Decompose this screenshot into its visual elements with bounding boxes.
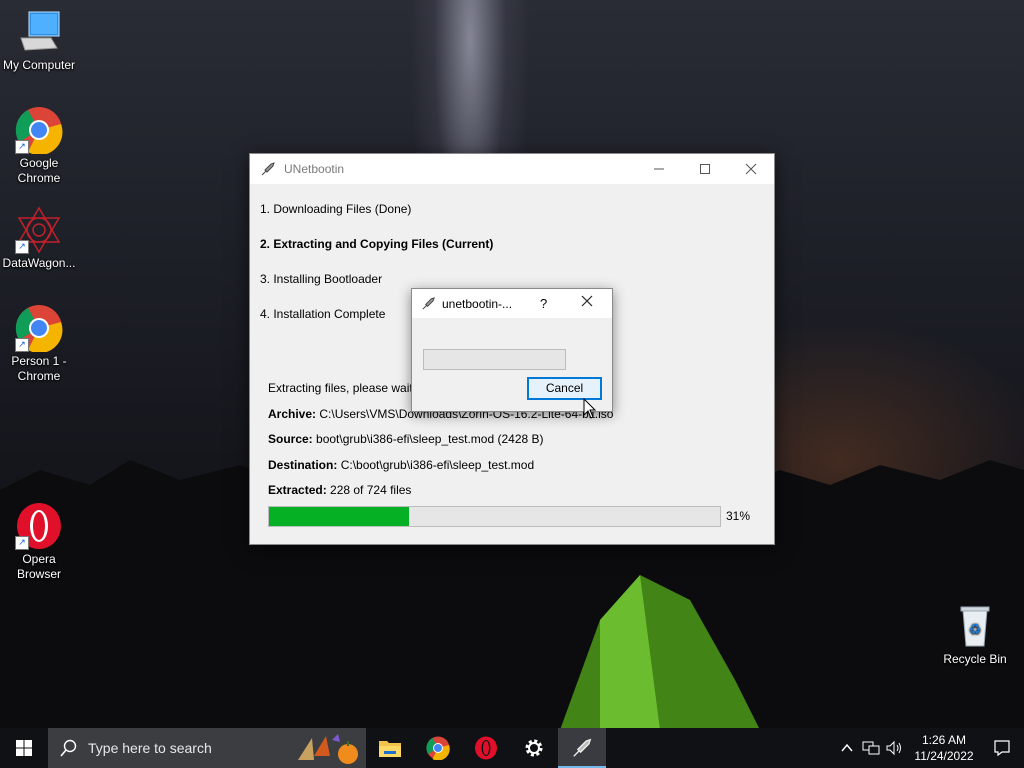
mouse-cursor-icon bbox=[583, 398, 597, 419]
destination-row: Destination: C:\boot\grub\i386-efi\sleep… bbox=[268, 458, 613, 484]
taskbar-search-box[interactable]: Type here to search bbox=[48, 728, 366, 768]
desktop-icon-label: Google Chrome bbox=[17, 156, 61, 185]
window-title: UNetbootin bbox=[284, 162, 345, 176]
maximize-icon bbox=[700, 164, 710, 174]
dialog-close-button[interactable] bbox=[580, 294, 594, 311]
chrome-icon bbox=[426, 736, 450, 760]
dialog-progress-bar bbox=[423, 349, 566, 370]
extracted-row: Extracted: 228 of 724 files bbox=[268, 483, 613, 509]
shortcut-arrow-icon: ↗ bbox=[15, 338, 29, 352]
desktop-icon-label: Recycle Bin bbox=[943, 652, 1007, 666]
cancel-button[interactable]: Cancel bbox=[527, 377, 602, 400]
close-icon bbox=[745, 163, 757, 175]
minimize-icon bbox=[654, 168, 664, 170]
extracted-label: Extracted: bbox=[268, 483, 327, 497]
minimize-button[interactable] bbox=[636, 154, 682, 184]
destination-value: C:\boot\grub\i386-efi\sleep_test.mod bbox=[340, 457, 535, 472]
opera-icon: ↗ bbox=[15, 502, 63, 550]
search-placeholder: Type here to search bbox=[88, 740, 212, 756]
taskbar-google-chrome[interactable] bbox=[414, 728, 462, 768]
dialog-title: unetbootin-... bbox=[442, 296, 513, 311]
source-value: boot\grub\i386-efi\sleep_test.mod (2428 … bbox=[316, 432, 544, 446]
desktop-icon-label: Opera Browser bbox=[16, 552, 61, 581]
chrome-icon: ↗ bbox=[15, 304, 63, 354]
clock-time: 1:26 AM bbox=[921, 733, 967, 747]
datawagon-icon: ↗ bbox=[15, 206, 63, 254]
folder-icon bbox=[379, 741, 401, 757]
search-icon bbox=[60, 739, 77, 757]
unetbootin-rocket-icon bbox=[422, 297, 435, 310]
notification-icon bbox=[994, 740, 1010, 757]
desktop-icon-opera-browser[interactable]: ↗ Opera Browser bbox=[1, 502, 77, 582]
autumn-leaves-icon bbox=[298, 734, 358, 764]
dialog-titlebar[interactable]: unetbootin-... ? bbox=[412, 289, 612, 318]
opera-icon bbox=[475, 736, 497, 760]
shortcut-arrow-icon: ↗ bbox=[15, 536, 29, 550]
clock[interactable]: 1:26 AM 11/24/2022 bbox=[908, 732, 980, 764]
system-tray: 1:26 AM 11/24/2022 bbox=[840, 728, 1024, 768]
start-button[interactable] bbox=[0, 728, 48, 768]
clock-date: 11/24/2022 bbox=[914, 749, 974, 763]
source-row: Source: boot\grub\i386-efi\sleep_test.mo… bbox=[268, 432, 613, 458]
desktop-icon-label: DataWagon... bbox=[2, 256, 76, 270]
window-titlebar[interactable]: UNetbootin bbox=[250, 154, 774, 184]
desktop-icon-datawagon[interactable]: ↗ DataWagon... bbox=[1, 206, 77, 271]
monitor-icon bbox=[15, 8, 63, 56]
shortcut-arrow-icon: ↗ bbox=[15, 140, 29, 154]
close-icon bbox=[581, 295, 593, 307]
main-progress-fill bbox=[269, 507, 409, 526]
desktop-icon-my-computer[interactable]: My Computer bbox=[1, 8, 77, 73]
progress-percent: 31% bbox=[726, 509, 751, 523]
taskbar-unetbootin[interactable] bbox=[558, 728, 606, 768]
chevron-up-icon[interactable] bbox=[840, 741, 854, 755]
taskbar-file-explorer[interactable] bbox=[366, 728, 414, 768]
close-button[interactable] bbox=[728, 154, 774, 184]
desktop-icon-recycle-bin[interactable]: ♻ Recycle Bin bbox=[937, 602, 1013, 667]
source-label: Source: bbox=[268, 432, 313, 446]
help-button[interactable]: ? bbox=[540, 296, 547, 311]
main-progress-bar bbox=[268, 506, 721, 527]
shortcut-arrow-icon: ↗ bbox=[15, 240, 29, 254]
windows-logo-icon bbox=[16, 740, 32, 756]
unetbootin-rocket-icon bbox=[573, 738, 592, 757]
taskbar: Type here to search 1:26 AM 11/24/2022 bbox=[0, 728, 1024, 768]
extraction-dialog[interactable]: unetbootin-... ? Cancel bbox=[411, 288, 613, 412]
gear-icon bbox=[525, 739, 543, 757]
taskbar-opera[interactable] bbox=[462, 728, 510, 768]
desktop-icon-label: Person 1 - Chrome bbox=[11, 354, 67, 383]
notifications-button[interactable] bbox=[980, 739, 1024, 757]
step-downloading: 1. Downloading Files (Done) bbox=[260, 202, 412, 216]
extracted-value: 228 of 724 files bbox=[330, 483, 412, 497]
svg-text:♻: ♻ bbox=[969, 622, 982, 638]
desktop-icon-google-chrome[interactable]: ↗ Google Chrome bbox=[1, 106, 77, 186]
step-extracting: 2. Extracting and Copying Files (Current… bbox=[260, 237, 494, 251]
recycle-bin-icon: ♻ bbox=[951, 602, 999, 650]
destination-label: Destination: bbox=[268, 457, 338, 472]
maximize-button[interactable] bbox=[682, 154, 728, 184]
chrome-icon: ↗ bbox=[15, 106, 63, 156]
desktop-icon-person-1-chrome[interactable]: ↗ Person 1 - Chrome bbox=[1, 304, 77, 384]
desktop-icon-label: My Computer bbox=[2, 58, 76, 72]
unetbootin-rocket-icon bbox=[261, 162, 275, 176]
archive-label: Archive: bbox=[268, 406, 317, 421]
taskbar-settings[interactable] bbox=[510, 728, 558, 768]
network-icon[interactable] bbox=[862, 740, 880, 756]
volume-icon[interactable] bbox=[886, 740, 904, 756]
